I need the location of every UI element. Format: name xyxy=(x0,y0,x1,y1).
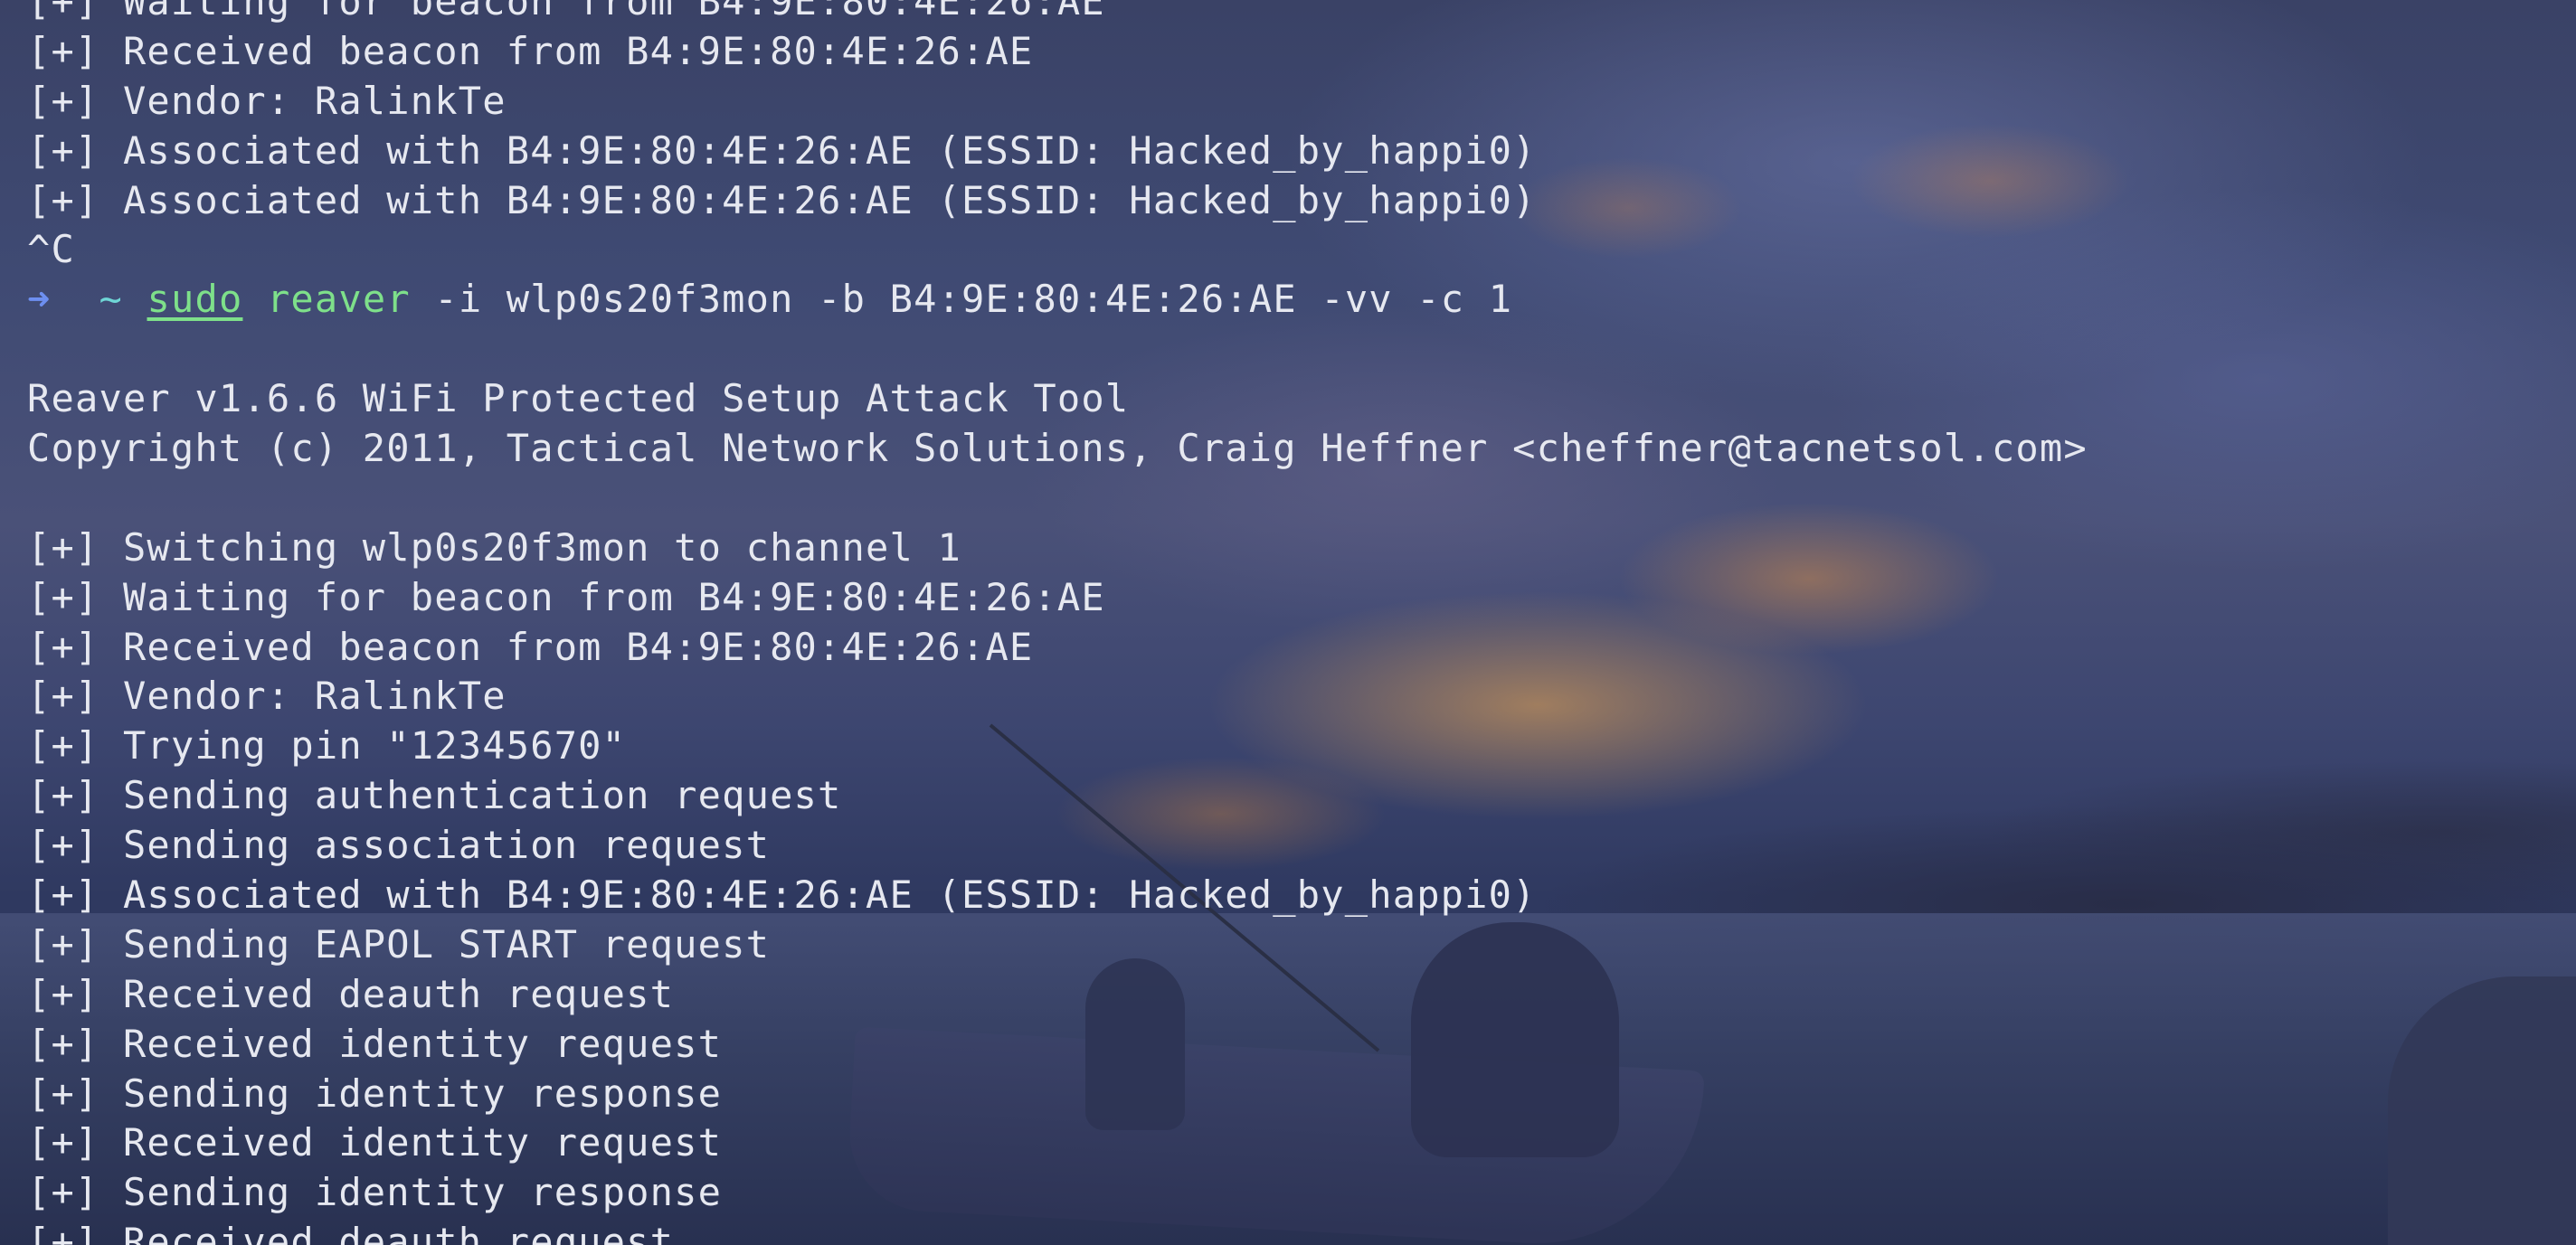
output-line: [+] Received deauth request xyxy=(27,1220,675,1245)
prompt-directory: ~ xyxy=(99,277,123,322)
output-line: [+] Associated with B4:9E:80:4E:26:AE (E… xyxy=(27,872,1537,918)
command-name: reaver xyxy=(266,277,411,322)
command-sudo: sudo xyxy=(147,277,243,322)
output-line: [+] Vendor: RalinkTe xyxy=(27,78,507,123)
output-line: [+] Associated with B4:9E:80:4E:26:AE (E… xyxy=(27,127,1537,173)
output-line: [+] Sending identity response xyxy=(27,1071,723,1116)
output-line: Reaver v1.6.6 WiFi Protected Setup Attac… xyxy=(27,376,1130,421)
output-line: [+] Waiting for beacon from B4:9E:80:4E:… xyxy=(27,574,1105,619)
prompt-arrow-icon: ➜ xyxy=(27,277,52,322)
output-line: [+] Switching wlp0s20f3mon to channel 1 xyxy=(27,524,961,570)
terminal-window[interactable]: [+] Waiting for beacon from B4:9E:80:4E:… xyxy=(0,0,2576,1245)
output-line: [+] Received beacon from B4:9E:80:4E:26:… xyxy=(27,624,1034,669)
output-line: [+] Associated with B4:9E:80:4E:26:AE (E… xyxy=(27,177,1537,222)
command-args: -i wlp0s20f3mon -b B4:9E:80:4E:26:AE -vv… xyxy=(410,277,1513,322)
output-line: [+] Sending association request xyxy=(27,823,771,868)
output-line: [+] Sending authentication request xyxy=(27,773,842,818)
output-line: [+] Sending identity response xyxy=(27,1170,723,1215)
command-prompt-line: ➜ ~ sudo reaver -i wlp0s20f3mon -b B4:9E… xyxy=(27,275,2576,325)
output-line: [+] Waiting for beacon from B4:9E:80:4E:… xyxy=(27,0,1105,24)
output-line: [+] Sending EAPOL START request xyxy=(27,921,771,967)
output-line: [+] Trying pin "12345670" xyxy=(27,723,627,769)
terminal-output[interactable]: [+] Waiting for beacon from B4:9E:80:4E:… xyxy=(27,0,2576,1245)
output-line: Copyright (c) 2011, Tactical Network Sol… xyxy=(27,426,2088,471)
output-line: [+] Received beacon from B4:9E:80:4E:26:… xyxy=(27,28,1034,73)
output-line: ^C xyxy=(27,227,75,272)
output-line: [+] Received identity request xyxy=(27,1120,723,1165)
output-line: [+] Received identity request xyxy=(27,1021,723,1066)
output-line: [+] Vendor: RalinkTe xyxy=(27,674,507,719)
output-line: [+] Received deauth request xyxy=(27,971,675,1016)
